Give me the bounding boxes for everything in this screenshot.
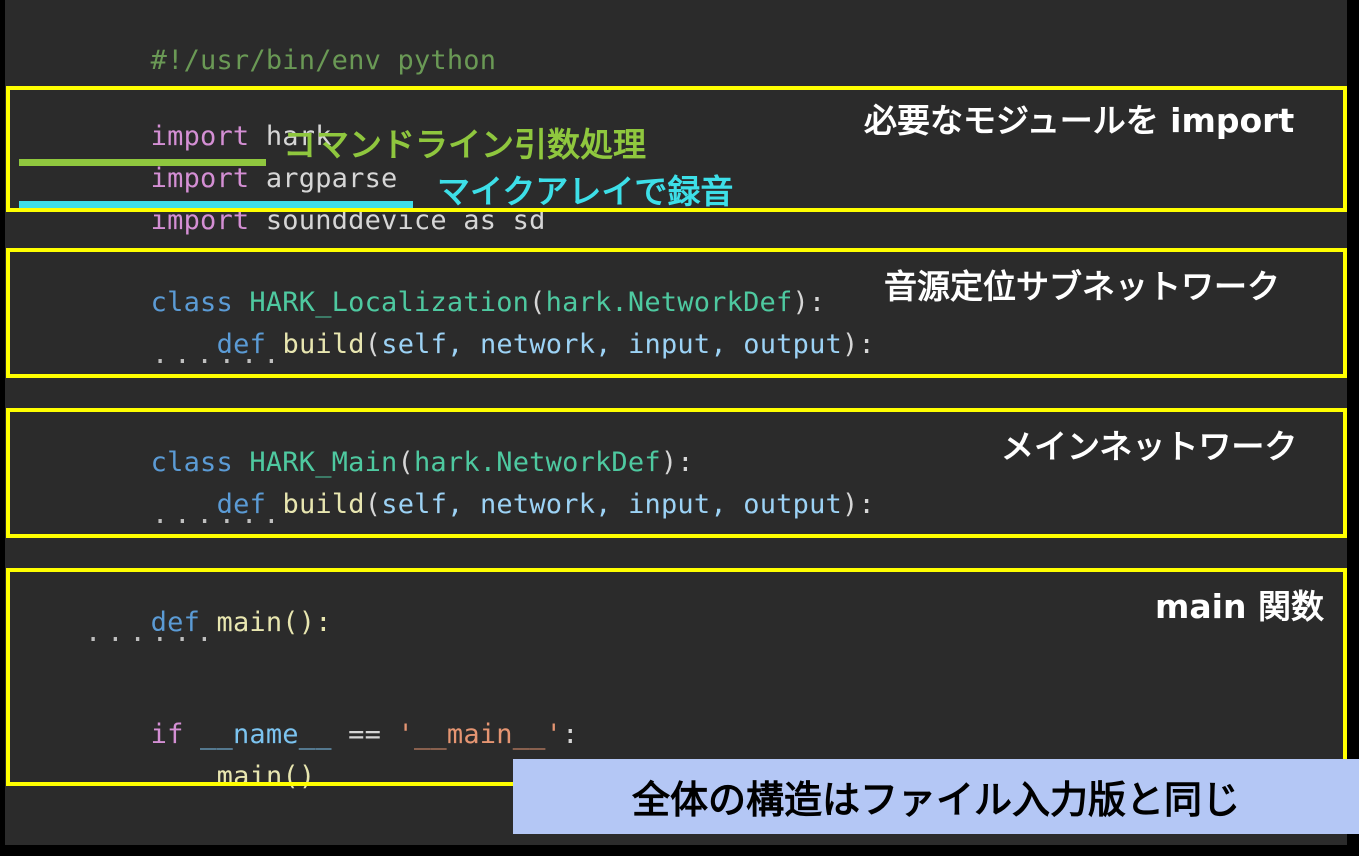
sounddevice-underline	[19, 201, 413, 208]
main-call-text: main()	[217, 761, 316, 792]
equality-operator: ==	[332, 719, 398, 750]
annotation-sounddevice: マイクアレイで録音	[437, 165, 733, 213]
code-line-ellipsis-3: ......	[85, 618, 219, 648]
dunder-main-string: '__main__'	[398, 719, 563, 750]
code-line-main-call: main()	[85, 732, 315, 822]
slide-root: #!/usr/bin/env python import hark import…	[0, 0, 1359, 856]
code-line-ellipsis-1: ......	[152, 340, 286, 370]
annotation-localization: 音源定位サブネットワーク	[884, 260, 1280, 308]
def-paren-close-1: ):	[842, 329, 875, 360]
code-line-ellipsis-2: ......	[152, 500, 286, 530]
shebang-text: #!/usr/bin/env python	[151, 45, 497, 76]
annotation-main-func: main 関数	[1155, 580, 1324, 628]
code-text-layer: #!/usr/bin/env python import hark import…	[5, 0, 1347, 845]
annotation-imports: 必要なモジュールを import	[864, 94, 1294, 142]
annotation-main-network: メインネットワーク	[1001, 420, 1297, 468]
summary-banner: 全体の構造はファイル入力版と同じ	[513, 759, 1359, 834]
def-paren-open-1: (	[365, 329, 381, 360]
import-keyword-3: import	[151, 205, 250, 236]
argparse-underline	[19, 159, 266, 166]
if-colon: :	[562, 719, 578, 750]
summary-banner-text: 全体の構造はファイル入力版と同じ	[632, 769, 1240, 824]
def-name-main: main():	[200, 607, 332, 638]
code-canvas: #!/usr/bin/env python import hark import…	[5, 0, 1347, 845]
def-args-1: self, network, input, output	[381, 329, 842, 360]
annotation-argparse: コマンドライン引数処理	[283, 118, 646, 166]
def-args-2: self, network, input, output	[381, 489, 842, 520]
def-paren-open-2: (	[365, 489, 381, 520]
def-paren-close-2: ):	[842, 489, 875, 520]
